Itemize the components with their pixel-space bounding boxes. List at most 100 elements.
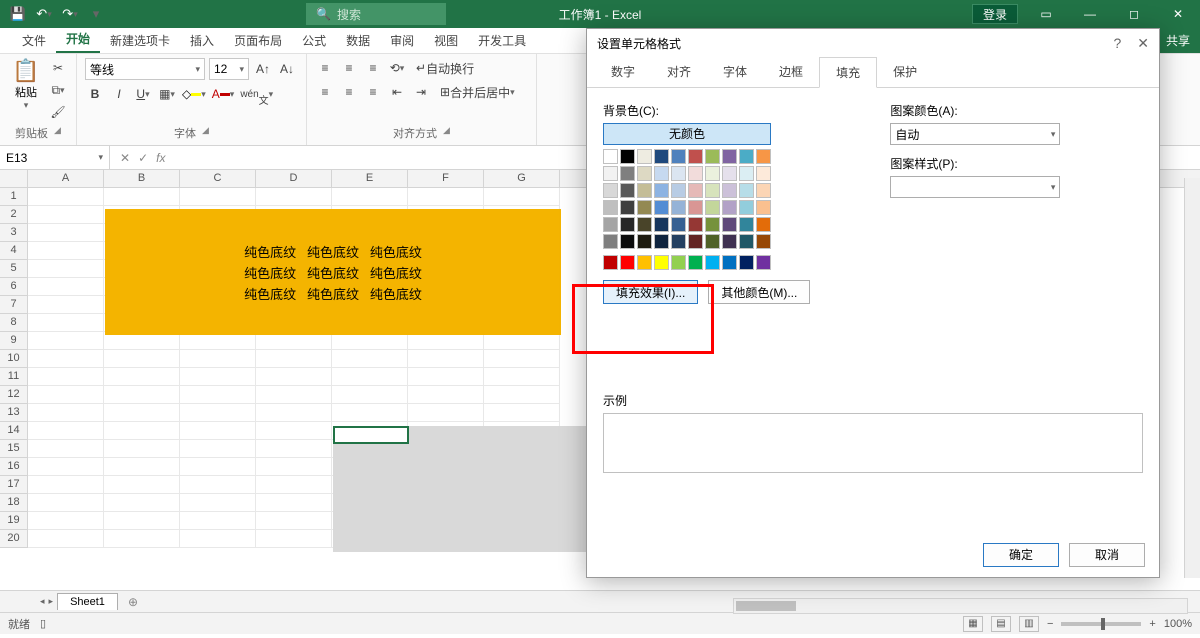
- decrease-font-icon[interactable]: A↓: [277, 59, 297, 79]
- color-swatch[interactable]: [739, 166, 754, 181]
- sheet-nav-prev-icon[interactable]: ◂: [40, 596, 45, 607]
- cell[interactable]: [104, 404, 180, 422]
- normal-view-icon[interactable]: ▦: [963, 616, 983, 632]
- cell[interactable]: [256, 494, 332, 512]
- format-painter-icon[interactable]: 🖌: [48, 102, 68, 122]
- cell[interactable]: [104, 512, 180, 530]
- color-swatch[interactable]: [705, 149, 720, 164]
- row-header[interactable]: 13: [0, 404, 28, 422]
- redo-icon[interactable]: ↷▾: [60, 4, 80, 24]
- cell[interactable]: [180, 386, 256, 404]
- tab-newtab[interactable]: 新建选项卡: [100, 28, 180, 53]
- cell[interactable]: [28, 224, 104, 242]
- page-break-view-icon[interactable]: ▥: [1019, 616, 1039, 632]
- row-header[interactable]: 4: [0, 242, 28, 260]
- color-swatch[interactable]: [603, 255, 618, 270]
- color-swatch[interactable]: [688, 183, 703, 198]
- cell[interactable]: [408, 386, 484, 404]
- color-swatch[interactable]: [722, 200, 737, 215]
- share-button[interactable]: 共享: [1156, 28, 1200, 53]
- confirm-entry-icon[interactable]: ✓: [138, 151, 148, 165]
- cell[interactable]: [332, 386, 408, 404]
- zoom-in-icon[interactable]: +: [1149, 618, 1155, 630]
- color-swatch[interactable]: [688, 200, 703, 215]
- color-swatch[interactable]: [722, 149, 737, 164]
- color-swatch[interactable]: [637, 149, 652, 164]
- dlg-tab-align[interactable]: 对齐: [651, 57, 707, 87]
- color-swatch[interactable]: [688, 149, 703, 164]
- color-swatch[interactable]: [620, 234, 635, 249]
- cell[interactable]: [180, 368, 256, 386]
- tab-layout[interactable]: 页面布局: [224, 28, 292, 53]
- row-header[interactable]: 14: [0, 422, 28, 440]
- paste-dropdown-icon[interactable]: ▾: [24, 100, 29, 111]
- alignment-launcher-icon[interactable]: ◢: [443, 125, 450, 141]
- color-swatch[interactable]: [654, 255, 669, 270]
- cell[interactable]: [408, 368, 484, 386]
- cell[interactable]: [28, 422, 104, 440]
- cell[interactable]: [104, 386, 180, 404]
- border-button[interactable]: ▦▾: [157, 84, 177, 104]
- color-swatch[interactable]: [620, 166, 635, 181]
- color-swatch[interactable]: [739, 149, 754, 164]
- column-header[interactable]: B: [104, 170, 180, 187]
- cell[interactable]: [256, 368, 332, 386]
- increase-font-icon[interactable]: A↑: [253, 59, 273, 79]
- row-header[interactable]: 2: [0, 206, 28, 224]
- cell[interactable]: [28, 260, 104, 278]
- merge-center-button[interactable]: ⊞ 合并后居中▾: [435, 82, 520, 102]
- cell[interactable]: [180, 530, 256, 548]
- increase-indent-icon[interactable]: ⇥: [411, 82, 431, 102]
- font-color-button[interactable]: A▾: [211, 84, 236, 104]
- color-swatch[interactable]: [671, 183, 686, 198]
- dlg-tab-fill[interactable]: 填充: [819, 57, 877, 88]
- color-swatch[interactable]: [603, 200, 618, 215]
- column-header[interactable]: E: [332, 170, 408, 187]
- qat-more-icon[interactable]: ▾: [86, 4, 106, 24]
- color-swatch[interactable]: [756, 166, 771, 181]
- cell[interactable]: [104, 422, 180, 440]
- color-swatch[interactable]: [688, 234, 703, 249]
- undo-icon[interactable]: ↶▾: [34, 4, 54, 24]
- paste-icon[interactable]: 📋: [12, 58, 39, 84]
- row-header[interactable]: 15: [0, 440, 28, 458]
- color-swatch[interactable]: [654, 166, 669, 181]
- color-swatch[interactable]: [739, 234, 754, 249]
- cell[interactable]: [484, 188, 560, 206]
- cell[interactable]: [256, 440, 332, 458]
- tab-view[interactable]: 视图: [424, 28, 468, 53]
- cell[interactable]: [28, 530, 104, 548]
- row-header[interactable]: 6: [0, 278, 28, 296]
- cell[interactable]: [104, 458, 180, 476]
- cell[interactable]: [28, 350, 104, 368]
- color-swatch[interactable]: [603, 217, 618, 232]
- color-swatch[interactable]: [722, 234, 737, 249]
- color-swatch[interactable]: [671, 234, 686, 249]
- cell[interactable]: [332, 188, 408, 206]
- bold-button[interactable]: B: [85, 84, 105, 104]
- color-swatch[interactable]: [654, 234, 669, 249]
- row-header[interactable]: 8: [0, 314, 28, 332]
- cell[interactable]: [180, 512, 256, 530]
- font-size-select[interactable]: 12▾: [209, 58, 249, 80]
- align-bottom-icon[interactable]: ≡: [363, 58, 383, 78]
- cell[interactable]: [28, 332, 104, 350]
- phonetic-button[interactable]: wén文▾: [239, 84, 274, 104]
- cell[interactable]: [28, 458, 104, 476]
- decrease-indent-icon[interactable]: ⇤: [387, 82, 407, 102]
- cell[interactable]: [256, 512, 332, 530]
- cell[interactable]: [28, 404, 104, 422]
- color-swatch[interactable]: [705, 255, 720, 270]
- color-swatch[interactable]: [654, 149, 669, 164]
- color-swatch[interactable]: [637, 217, 652, 232]
- fill-color-button[interactable]: ◇▾: [181, 84, 207, 104]
- cell[interactable]: [28, 206, 104, 224]
- color-swatch[interactable]: [739, 255, 754, 270]
- tab-dev[interactable]: 开发工具: [468, 28, 536, 53]
- select-all-corner[interactable]: [0, 170, 28, 187]
- color-swatch[interactable]: [705, 234, 720, 249]
- dialog-close-icon[interactable]: ✕: [1137, 35, 1149, 52]
- tab-review[interactable]: 审阅: [380, 28, 424, 53]
- cell[interactable]: [256, 458, 332, 476]
- color-swatch[interactable]: [620, 255, 635, 270]
